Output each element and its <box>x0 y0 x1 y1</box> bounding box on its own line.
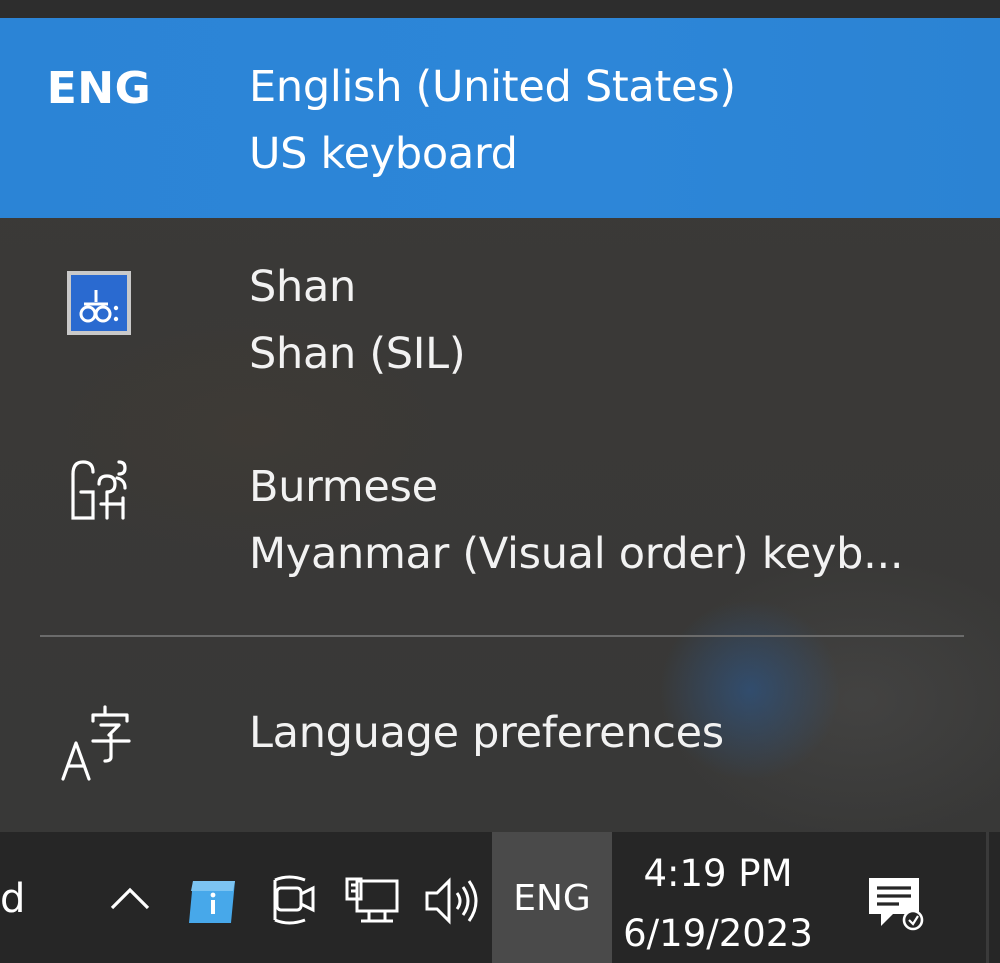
input-item-english[interactable]: ENG English (United States) US keyboard <box>0 18 1000 218</box>
input-method-flyout: ENG English (United States) US keyboard … <box>0 0 1000 832</box>
info-app-icon[interactable] <box>182 872 242 932</box>
keyboard-name: US keyboard <box>249 129 518 179</box>
input-indicator-text: ENG <box>513 878 591 919</box>
input-indicator-button[interactable]: ENG <box>492 832 612 963</box>
input-item-burmese[interactable]: Burmese Myanmar (Visual order) keyb... <box>0 418 1000 618</box>
language-name: Burmese <box>249 462 438 512</box>
chevron-up-icon[interactable] <box>104 872 156 924</box>
taskbar-partial-text: d <box>0 876 26 922</box>
taskbar-clock[interactable]: 4:19 PM 6/19/2023 <box>618 844 818 963</box>
shan-keyboard-icon <box>44 268 154 338</box>
eng-icon-text: ENG <box>46 62 152 114</box>
burmese-script-icon <box>44 456 154 526</box>
taskbar: d ENG 4:19 PM 6/19/2023 <box>0 832 1000 963</box>
input-item-shan[interactable]: Shan Shan (SIL) <box>0 218 1000 418</box>
clock-time: 4:19 PM <box>643 852 793 895</box>
network-icon[interactable] <box>342 872 402 930</box>
keyboard-name: Myanmar (Visual order) keyb... <box>249 529 904 579</box>
show-desktop-edge[interactable] <box>986 832 989 963</box>
language-name: Shan <box>249 262 356 312</box>
clock-date: 6/19/2023 <box>623 912 813 955</box>
webcam-icon[interactable] <box>266 870 322 932</box>
volume-icon[interactable] <box>420 872 482 930</box>
preferences-label: Language preferences <box>249 708 724 758</box>
language-preferences-link[interactable]: Language preferences <box>0 660 1000 810</box>
language-name: English (United States) <box>249 62 736 112</box>
eng-icon: ENG <box>44 18 154 158</box>
action-center-icon[interactable] <box>860 870 930 936</box>
keyboard-name: Shan (SIL) <box>249 329 466 379</box>
language-preferences-icon <box>44 698 154 788</box>
flyout-divider <box>40 635 964 637</box>
flyout-top-edge <box>0 0 1000 18</box>
